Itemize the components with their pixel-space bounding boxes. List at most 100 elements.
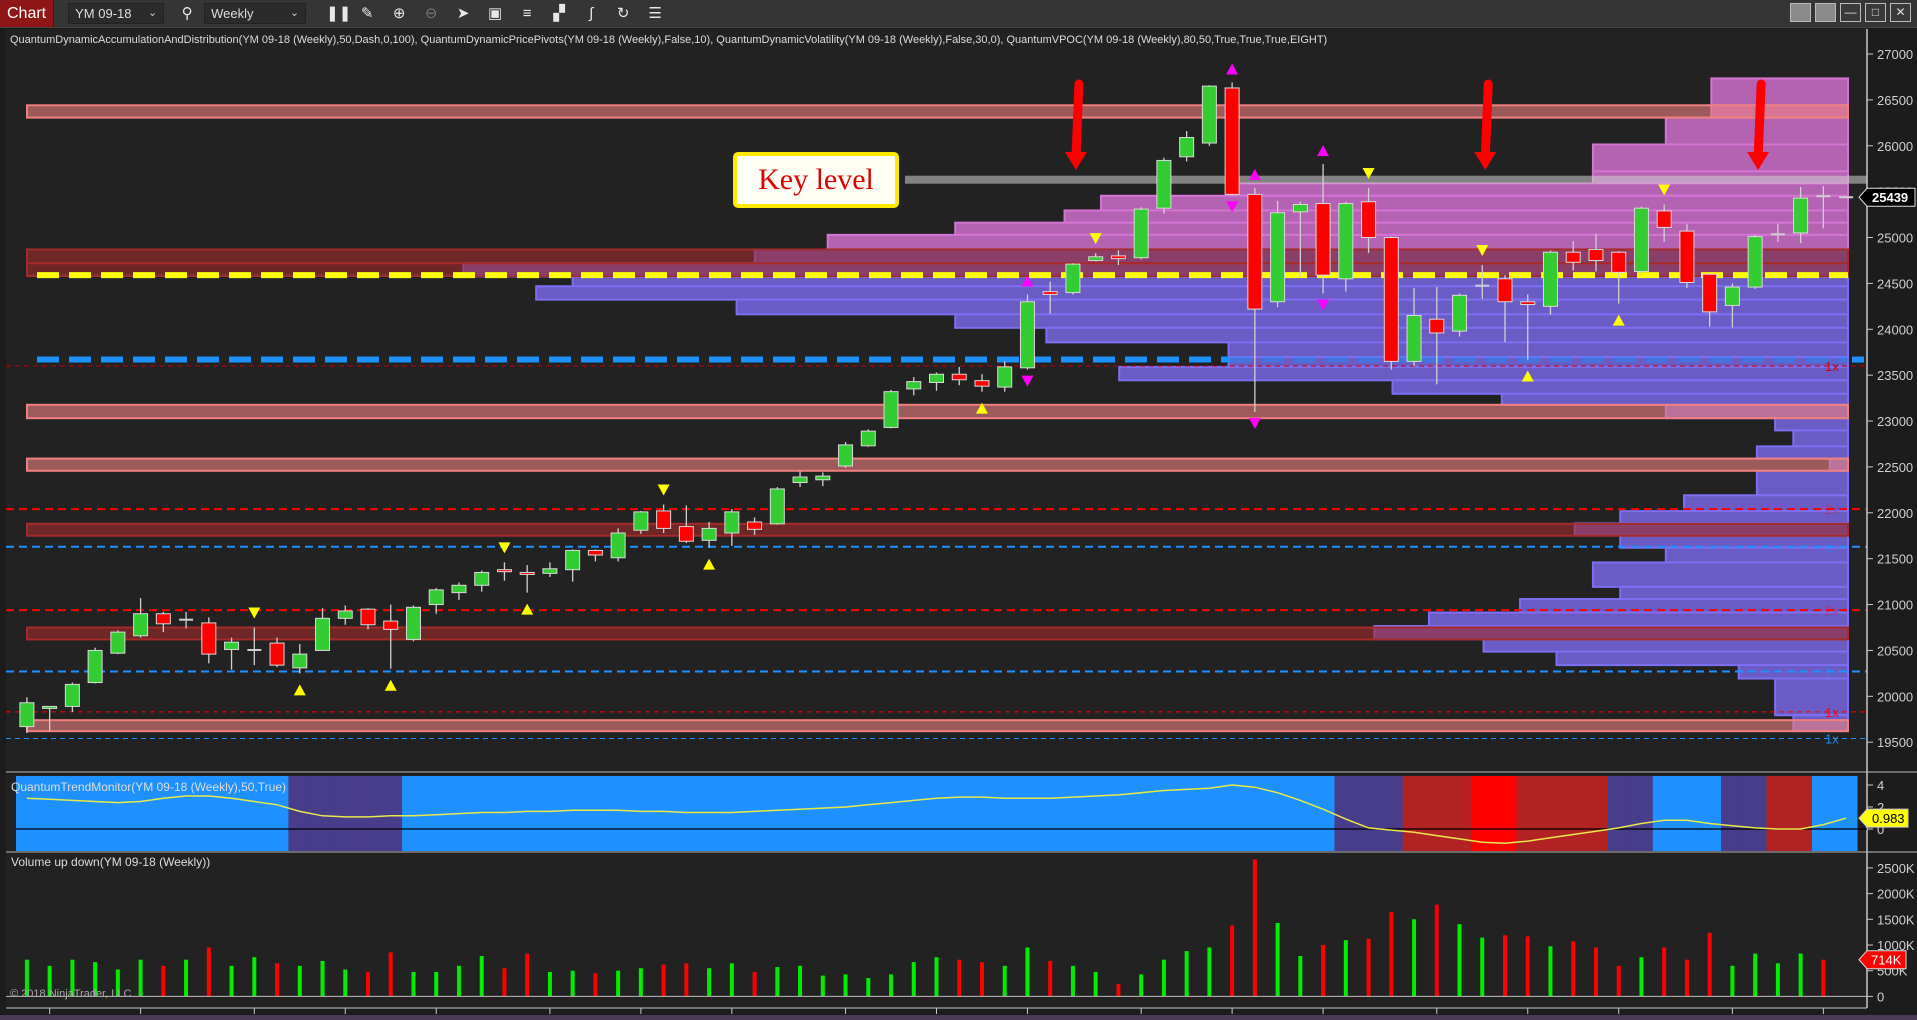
profile-row <box>1774 417 1849 432</box>
candle-up <box>1542 251 1558 307</box>
candle-up <box>633 511 649 531</box>
trend-state-segment <box>1129 776 1154 851</box>
candle-down <box>1247 193 1263 310</box>
trend-state-segment <box>356 776 380 851</box>
candle-down <box>1497 278 1513 303</box>
search-icon[interactable]: ⚲ <box>178 0 196 27</box>
trend-state-segment <box>584 776 608 851</box>
tile-icon[interactable] <box>1790 3 1811 22</box>
profile-row <box>1619 510 1849 525</box>
candle-down <box>1224 87 1240 195</box>
trend-state-segment <box>697 776 721 851</box>
trend-state-segment <box>1789 776 1813 851</box>
trend-state-segment <box>1061 776 1085 851</box>
bar-style-icon[interactable]: ❚❚ <box>326 0 351 27</box>
minimize-icon[interactable]: — <box>1840 3 1861 22</box>
volume-tick-label: 1500K <box>1877 912 1915 927</box>
volume-bar-up <box>1207 947 1212 997</box>
pencil-icon[interactable]: ✎ <box>358 0 376 27</box>
volume-bar-up <box>1412 919 1417 997</box>
trend-state-segment <box>1493 776 1517 851</box>
candle-up <box>224 641 240 651</box>
volume-bar-up <box>297 965 302 997</box>
maximize-icon[interactable]: □ <box>1865 3 1886 22</box>
templates-icon[interactable]: ▞ <box>550 0 568 27</box>
candle-down <box>1588 248 1604 261</box>
period-selector[interactable]: Weekly ⌄ <box>204 3 307 24</box>
price-tick-label: 27000 <box>1877 47 1913 62</box>
trend-state-segment <box>402 776 426 851</box>
supply-zone <box>26 104 1849 119</box>
candle-up <box>792 476 808 484</box>
volume-panel-label: Volume up down(YM 09-18 (Weekly)) <box>11 855 210 869</box>
volume-bar-up <box>638 968 643 997</box>
trend-state-segment <box>1084 776 1108 851</box>
candle-up <box>405 606 421 640</box>
candle-up <box>1133 208 1149 259</box>
level-multiplier-label: 2x <box>1825 502 1839 517</box>
pointer-icon[interactable]: ➤ <box>454 0 472 27</box>
candle-up <box>542 568 558 574</box>
price-tick-label: 23000 <box>1877 414 1913 429</box>
volume-value-label: 714K <box>1871 953 1902 968</box>
volume-bar-up <box>934 957 939 997</box>
volume-bar-up <box>1730 965 1735 997</box>
volume-bar-up <box>320 960 325 997</box>
candle-up <box>1747 236 1763 288</box>
candle-up <box>292 653 308 669</box>
volume-bar-down <box>1593 947 1598 997</box>
trend-state-segment <box>1266 776 1290 851</box>
tile-icon[interactable] <box>1815 3 1836 22</box>
candle-down <box>587 549 603 556</box>
volume-bar-up <box>798 965 803 997</box>
data-box-icon[interactable]: ▣ <box>486 0 504 27</box>
volume-bar-up <box>1025 947 1030 997</box>
period-value: Weekly <box>211 6 254 21</box>
zoom-in-icon[interactable]: ⊕ <box>390 0 408 27</box>
trend-state-segment <box>1152 776 1176 851</box>
profile-row <box>1099 194 1849 212</box>
candle-up <box>1179 137 1195 158</box>
price-tick-label: 26500 <box>1877 93 1913 108</box>
chart-tab[interactable]: Chart <box>0 0 55 27</box>
candle-up <box>337 610 353 619</box>
properties-icon[interactable]: ≡ <box>518 0 536 27</box>
vpoc-marker <box>1852 356 1864 363</box>
volume-bar-up <box>1798 953 1803 997</box>
window-controls: — □ ✕ <box>1790 3 1911 22</box>
volume-bar-up <box>1161 959 1166 997</box>
trend-state-segment <box>947 776 972 851</box>
reload-icon[interactable]: ↻ <box>614 0 632 27</box>
volume-bar-down <box>206 947 211 997</box>
chart-canvas[interactable]: 8x1x2x2x2x2x1x1x QuantumDynamicAccumulat… <box>0 0 1917 1020</box>
supply-zone <box>26 719 1849 733</box>
profile-row <box>535 285 1849 301</box>
list-icon[interactable]: ☰ <box>646 0 664 27</box>
volume-bar-up <box>184 959 189 997</box>
strategy-icon[interactable]: ∫ <box>582 0 600 27</box>
volume-bar-up <box>570 970 575 997</box>
trend-state-segment <box>1107 776 1131 851</box>
volume-bar-up <box>229 965 234 997</box>
trend-state-segment <box>970 776 994 851</box>
volume-bar-down <box>979 962 984 997</box>
candle-up <box>883 391 899 428</box>
profile-row <box>1710 77 1849 107</box>
trend-state-segment <box>424 776 449 851</box>
level-multiplier-label: 1x <box>1825 732 1839 747</box>
candle-down <box>155 613 171 625</box>
volume-bar-up <box>343 969 348 997</box>
volume-bar-down <box>1252 859 1257 997</box>
trend-state-segment <box>1834 776 1858 851</box>
zoom-out-icon[interactable]: ⊖ <box>422 0 440 27</box>
close-icon[interactable]: ✕ <box>1890 3 1911 22</box>
profile-row <box>1591 561 1850 588</box>
volume-bar-up <box>1457 924 1462 997</box>
last-price-label: 25439 <box>1872 190 1908 205</box>
volume-bar-up <box>1775 963 1780 997</box>
volume-bar-down <box>525 953 530 997</box>
volume-bar-up <box>1093 971 1098 997</box>
instrument-selector[interactable]: YM 09-18 ⌄ <box>68 3 165 24</box>
trend-state-segment <box>1220 776 1244 851</box>
candle-up <box>87 649 103 684</box>
